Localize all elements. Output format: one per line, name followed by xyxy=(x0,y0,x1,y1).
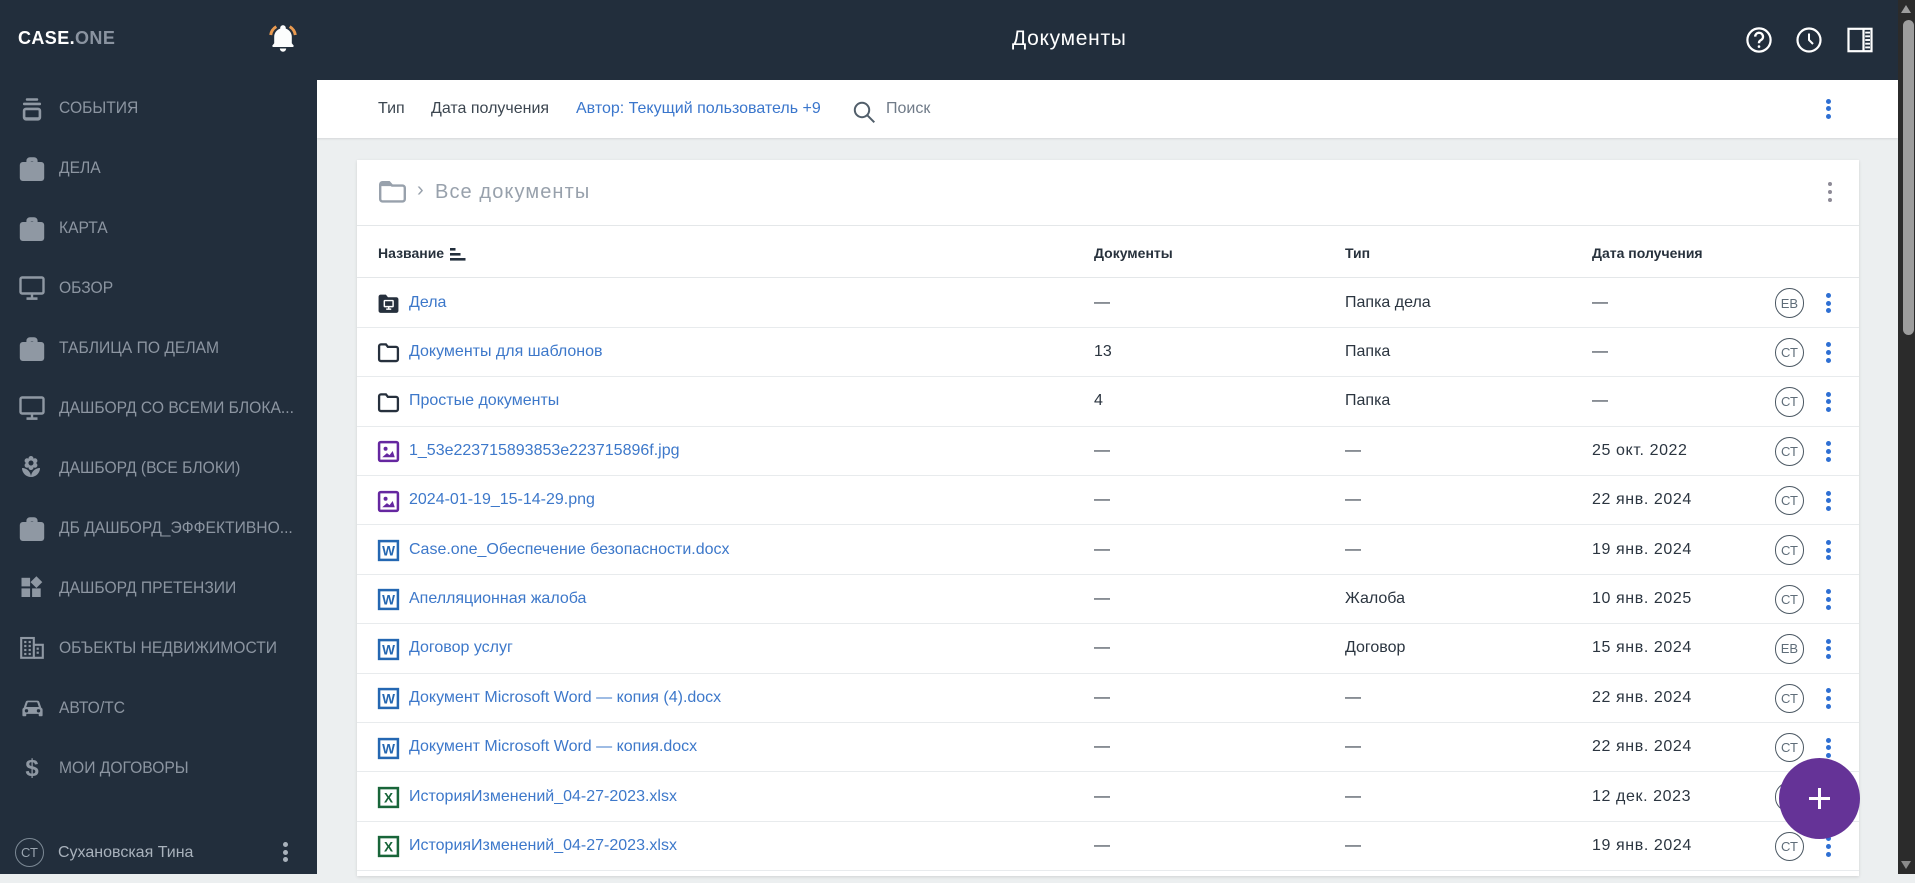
svg-text:X: X xyxy=(384,840,393,855)
svg-text:W: W xyxy=(382,741,395,756)
svg-text:$: $ xyxy=(25,755,39,781)
svg-text:W: W xyxy=(382,593,395,608)
svg-text:W: W xyxy=(382,692,395,707)
svg-text:W: W xyxy=(382,643,395,658)
svg-text:X: X xyxy=(384,791,393,806)
svg-text:W: W xyxy=(382,544,395,559)
